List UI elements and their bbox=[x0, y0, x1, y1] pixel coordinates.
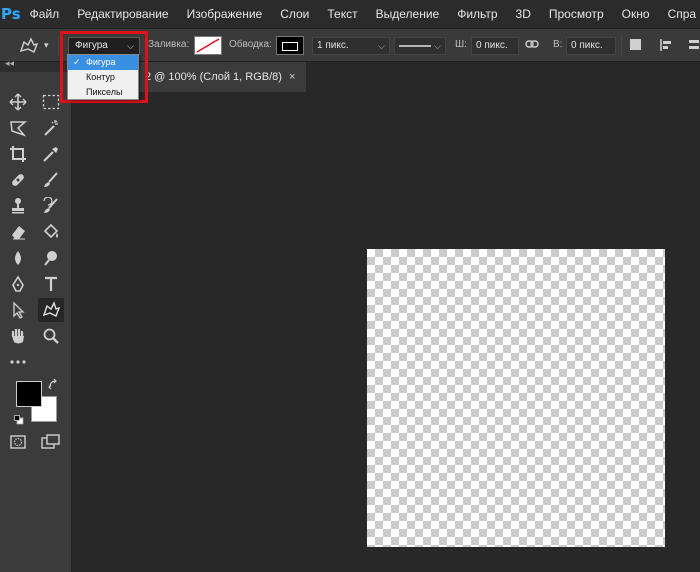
tool-preset-chevron-down-icon[interactable]: ▾ bbox=[44, 41, 49, 51]
check-icon: ✓ bbox=[73, 57, 81, 67]
menu-layers[interactable]: Слои bbox=[271, 0, 318, 28]
menu-edit[interactable]: Редактирование bbox=[68, 0, 177, 28]
lasso-tool-icon[interactable] bbox=[5, 116, 31, 140]
divider bbox=[621, 36, 622, 56]
pen-tool-icon[interactable] bbox=[5, 272, 31, 296]
custom-shape-tool-icon[interactable] bbox=[18, 36, 40, 56]
history-brush-tool-icon[interactable] bbox=[38, 194, 64, 218]
fill-label: Заливка: bbox=[148, 39, 190, 50]
brush-tool-icon[interactable] bbox=[38, 168, 64, 192]
divider bbox=[58, 36, 59, 56]
stroke-type-select[interactable]: ⌵ bbox=[394, 37, 446, 55]
crop-tool-icon[interactable] bbox=[5, 142, 31, 166]
width-label: Ш: bbox=[455, 39, 467, 50]
quick-mask-icon[interactable] bbox=[5, 430, 31, 454]
move-tool-icon[interactable] bbox=[5, 90, 31, 114]
dodge-tool-icon[interactable] bbox=[38, 246, 64, 270]
type-tool-icon[interactable] bbox=[38, 272, 64, 296]
screen-mode-icon[interactable] bbox=[38, 430, 64, 454]
path-alignment-icon[interactable] bbox=[659, 38, 673, 56]
link-icon[interactable] bbox=[525, 38, 539, 54]
menu-window[interactable]: Окно bbox=[613, 0, 659, 28]
close-icon[interactable]: × bbox=[289, 62, 295, 92]
dropdown-item-pixels[interactable]: Пикселы bbox=[68, 85, 138, 100]
dropdown-item-shape[interactable]: ✓ Фигура bbox=[68, 55, 138, 70]
collapse-icon[interactable]: ◂◂ bbox=[5, 59, 14, 69]
path-arrangement-icon[interactable] bbox=[688, 38, 700, 56]
blur-tool-icon[interactable] bbox=[5, 246, 31, 270]
more-tools-icon[interactable] bbox=[5, 350, 31, 374]
dropdown-item-label: Пикселы bbox=[86, 87, 123, 97]
document-tab[interactable]: 2 @ 100% (Слой 1, RGB/8) × bbox=[138, 62, 306, 92]
tool-mode-dropdown: ✓ Фигура Контур Пикселы bbox=[67, 54, 139, 100]
menu-image[interactable]: Изображение bbox=[178, 0, 272, 28]
clone-stamp-tool-icon[interactable] bbox=[5, 194, 31, 218]
transparent-canvas[interactable] bbox=[367, 249, 665, 547]
menu-help[interactable]: Спра bbox=[659, 0, 700, 28]
foreground-color-swatch[interactable] bbox=[16, 381, 42, 407]
menu-3d[interactable]: 3D bbox=[507, 0, 540, 28]
chevron-down-icon: ⌵ bbox=[434, 41, 441, 51]
eyedropper-tool-icon[interactable] bbox=[38, 142, 64, 166]
chevron-down-icon: ⌵ bbox=[378, 41, 385, 51]
dropdown-item-label: Фигура bbox=[86, 57, 116, 67]
width-value: 0 пикс. bbox=[476, 40, 508, 51]
width-field[interactable]: 0 пикс. bbox=[471, 37, 519, 55]
menu-type[interactable]: Текст bbox=[318, 0, 366, 28]
dropdown-item-label: Контур bbox=[86, 72, 115, 82]
zoom-tool-icon[interactable] bbox=[38, 324, 64, 348]
default-colors-icon[interactable] bbox=[14, 410, 24, 425]
fill-swatch[interactable] bbox=[194, 36, 222, 55]
document-tab-title: 2 @ 100% (Слой 1, RGB/8) bbox=[145, 71, 282, 83]
path-selection-tool-icon[interactable] bbox=[5, 298, 31, 322]
height-field[interactable]: 0 пикс. bbox=[566, 37, 616, 55]
photoshop-logo: Ps bbox=[1, 5, 21, 23]
stroke-width-field[interactable]: 1 пикс. ⌵ bbox=[312, 37, 390, 55]
stroke-label: Обводка: bbox=[229, 39, 272, 50]
eraser-tool-icon[interactable] bbox=[5, 220, 31, 244]
tools-panel: ◂◂ bbox=[0, 59, 72, 572]
stroke-width-value: 1 пикс. bbox=[317, 40, 349, 51]
height-value: 0 пикс. bbox=[571, 40, 603, 51]
stroke-swatch[interactable] bbox=[276, 36, 304, 55]
custom-shape-tool-icon[interactable] bbox=[38, 298, 64, 322]
hand-tool-icon[interactable] bbox=[5, 324, 31, 348]
swap-colors-icon[interactable] bbox=[48, 378, 60, 393]
healing-brush-tool-icon[interactable] bbox=[5, 168, 31, 192]
path-operations-icon[interactable] bbox=[629, 38, 642, 55]
magic-wand-tool-icon[interactable] bbox=[38, 116, 64, 140]
menu-file[interactable]: Файл bbox=[21, 0, 69, 28]
menu-bar: Ps Файл Редактирование Изображение Слои … bbox=[0, 0, 700, 28]
menu-filter[interactable]: Фильтр bbox=[448, 0, 506, 28]
menu-select[interactable]: Выделение bbox=[367, 0, 449, 28]
height-label: В: bbox=[553, 39, 563, 50]
menu-view[interactable]: Просмотр bbox=[540, 0, 613, 28]
paint-bucket-tool-icon[interactable] bbox=[38, 220, 64, 244]
dropdown-item-path[interactable]: Контур bbox=[68, 70, 138, 85]
